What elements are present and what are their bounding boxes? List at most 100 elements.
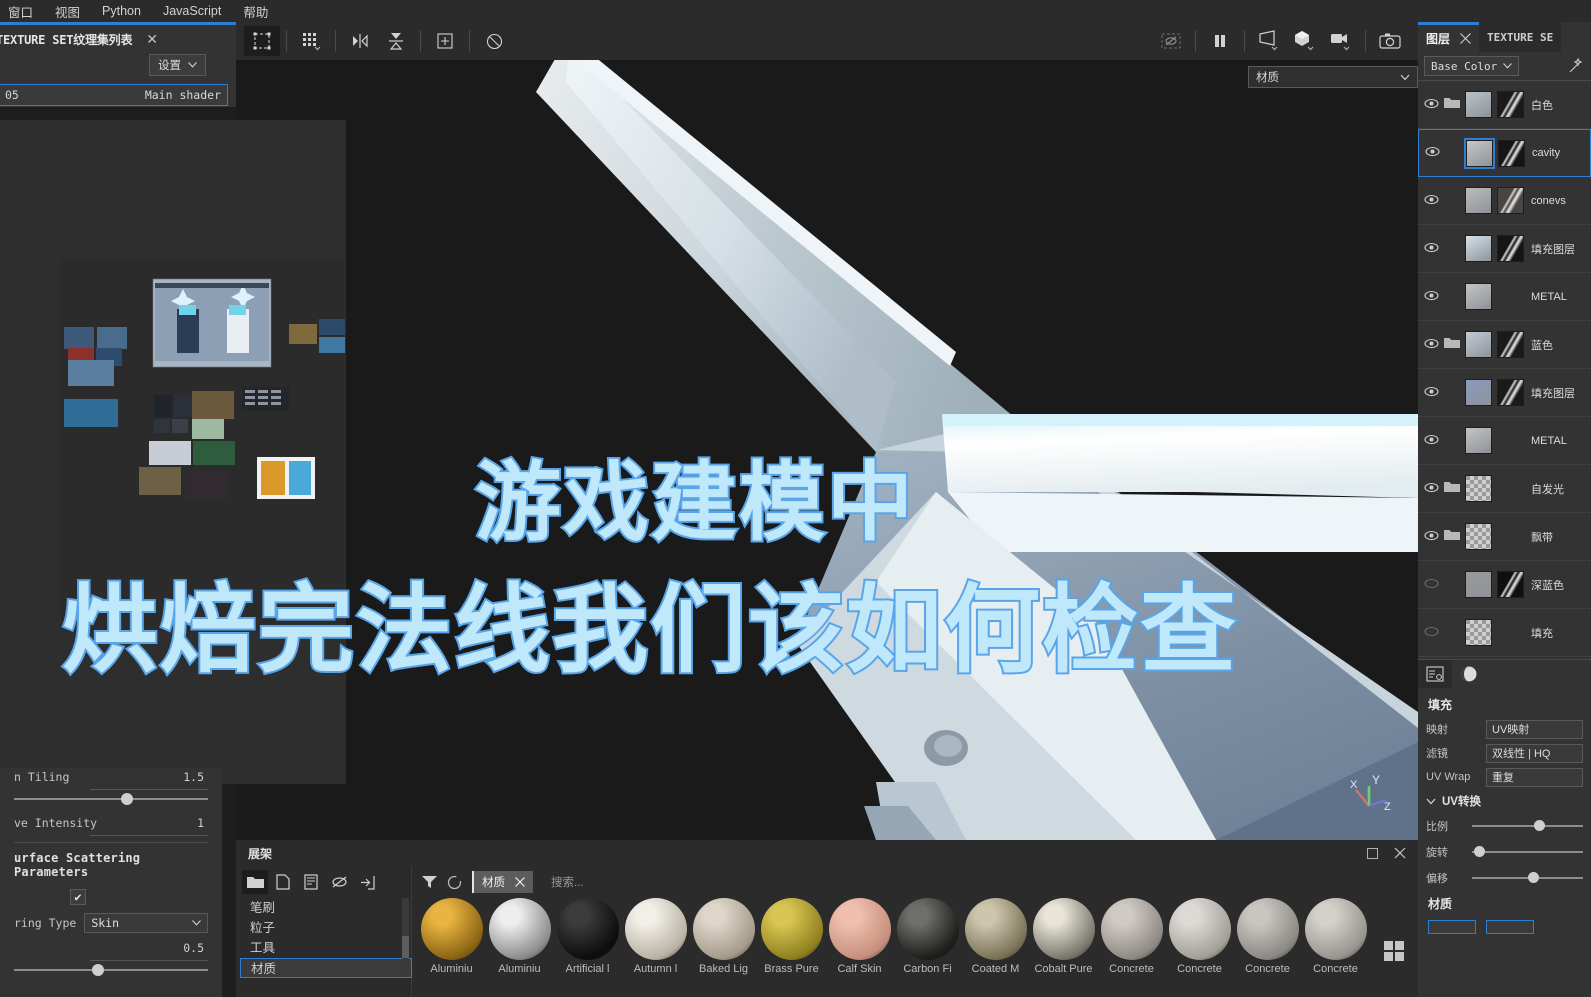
- layer-row[interactable]: 填充: [1418, 609, 1591, 657]
- offset-slider[interactable]: [1472, 872, 1583, 884]
- layer-mask-thumbnail[interactable]: [1497, 331, 1524, 358]
- eye-icon[interactable]: [1424, 336, 1439, 354]
- folder-icon[interactable]: [1444, 480, 1460, 498]
- shelf-category-particles[interactable]: 粒子: [250, 918, 411, 938]
- new-file-button[interactable]: [270, 870, 296, 894]
- rotation-slider[interactable]: [1472, 846, 1583, 858]
- eye-icon[interactable]: [1425, 144, 1440, 162]
- layer-thumbnail[interactable]: [1464, 137, 1495, 169]
- channel-select[interactable]: Base Color: [1424, 56, 1520, 76]
- material-cell[interactable]: Carbon Fi: [894, 898, 961, 975]
- layer-mask-thumbnail[interactable]: [1497, 187, 1524, 214]
- reference-canvas[interactable]: [61, 259, 345, 632]
- scale-slider[interactable]: [1472, 820, 1583, 832]
- shelf-category-brushes[interactable]: 笔刷: [250, 898, 411, 918]
- layer-thumbnail[interactable]: [1465, 475, 1492, 502]
- eye-icon[interactable]: [1424, 576, 1439, 594]
- material-cell[interactable]: Concrete: [1098, 898, 1165, 975]
- symmetry-tool-button[interactable]: [342, 26, 378, 56]
- layer-thumbnail[interactable]: [1465, 187, 1492, 214]
- folder-icon[interactable]: [1444, 528, 1460, 546]
- filter-chip[interactable]: 材质: [472, 871, 533, 893]
- tab-layers[interactable]: 图层: [1418, 22, 1480, 52]
- reset-tool-button[interactable]: [476, 26, 512, 56]
- axis-gizmo[interactable]: X Y Z: [1346, 772, 1392, 813]
- menu-item-help[interactable]: 帮助: [243, 2, 268, 21]
- properties-material-tab[interactable]: [1452, 660, 1486, 688]
- cube-button[interactable]: [1287, 26, 1323, 56]
- layer-row[interactable]: METAL: [1418, 273, 1591, 321]
- magic-wand-icon[interactable]: [1567, 57, 1585, 75]
- layer-row[interactable]: cavity: [1418, 129, 1591, 177]
- tiling-slider-knob[interactable]: [120, 793, 133, 805]
- layer-mask-thumbnail[interactable]: [1498, 139, 1525, 167]
- scale-slider-knob[interactable]: [1534, 820, 1546, 831]
- close-icon[interactable]: [1394, 847, 1406, 859]
- screenshot-button[interactable]: [1372, 26, 1408, 56]
- close-icon[interactable]: ✕: [146, 31, 158, 48]
- tiling-value[interactable]: 1.5: [183, 770, 204, 784]
- shader-row[interactable]: 05 Main shader: [0, 84, 228, 106]
- hide-mask-button[interactable]: [1153, 26, 1189, 56]
- eye-icon[interactable]: [1424, 288, 1439, 306]
- layer-row[interactable]: METAL: [1418, 417, 1591, 465]
- eye-icon[interactable]: [1424, 480, 1439, 498]
- filter-select[interactable]: 双线性 | HQ: [1486, 743, 1583, 763]
- uvwrap-select[interactable]: 重复: [1486, 767, 1583, 787]
- eye-icon[interactable]: [1424, 384, 1439, 402]
- save-button[interactable]: [298, 870, 324, 894]
- video-camera-button[interactable]: [1323, 26, 1359, 56]
- material-cell[interactable]: Coated M: [962, 898, 1029, 975]
- material-cell[interactable]: Cobalt Pure: [1030, 898, 1097, 975]
- add-tool-button[interactable]: [427, 26, 463, 56]
- uv-transform-header[interactable]: UV转换: [1418, 789, 1591, 813]
- camera-shape-button[interactable]: [1251, 26, 1287, 56]
- shelf-category-scrollbar[interactable]: [402, 898, 409, 972]
- layer-row[interactable]: 填充图层: [1418, 369, 1591, 417]
- eye-icon[interactable]: [1424, 96, 1439, 114]
- layer-mask-thumbnail[interactable]: [1497, 91, 1524, 118]
- layer-mask-thumbnail[interactable]: [1497, 571, 1524, 598]
- uv-grid-tool-button[interactable]: [293, 26, 329, 56]
- viewport-3d[interactable]: 材质 X Y Z: [236, 22, 1418, 840]
- material-cell[interactable]: Autumn l: [622, 898, 689, 975]
- scattering-amount-value[interactable]: 0.5: [183, 941, 204, 955]
- layer-thumbnail[interactable]: [1465, 331, 1492, 358]
- scattering-slider-knob[interactable]: [91, 964, 104, 976]
- shelf-search-input[interactable]: 搜索...: [543, 871, 1408, 893]
- subsurface-enable-checkbox[interactable]: ✔: [70, 889, 86, 905]
- mapping-select[interactable]: UV映射: [1486, 719, 1583, 739]
- material-cell[interactable]: Brass Pure: [758, 898, 825, 975]
- material-cell[interactable]: Calf Skin: [826, 898, 893, 975]
- emissive-intensity-value[interactable]: 1: [197, 816, 204, 830]
- material-cell[interactable]: Concrete: [1166, 898, 1233, 975]
- layer-thumbnail[interactable]: [1465, 235, 1492, 262]
- material-cell[interactable]: Artificial l: [554, 898, 621, 975]
- properties-settings-tab[interactable]: [1418, 660, 1452, 688]
- selection-tool-button[interactable]: [244, 26, 280, 56]
- material-cell[interactable]: Baked Lig: [690, 898, 757, 975]
- material-select[interactable]: 材质: [1248, 66, 1418, 88]
- material-slot-2[interactable]: [1486, 920, 1534, 934]
- close-icon[interactable]: [1460, 33, 1471, 44]
- scattering-slider[interactable]: [14, 963, 208, 977]
- layer-mask-thumbnail[interactable]: [1497, 379, 1524, 406]
- offset-slider-knob[interactable]: [1527, 872, 1539, 883]
- layer-thumbnail[interactable]: [1465, 571, 1492, 598]
- filter-icon[interactable]: [422, 875, 437, 889]
- folder-button[interactable]: [242, 870, 268, 894]
- material-cell[interactable]: Aluminiu: [418, 898, 485, 975]
- grid-view-toggle[interactable]: [1382, 939, 1406, 963]
- eye-icon[interactable]: [1424, 240, 1439, 258]
- layer-row[interactable]: 填充图层: [1418, 225, 1591, 273]
- maximize-icon[interactable]: [1367, 847, 1378, 859]
- folder-icon[interactable]: [1444, 336, 1460, 354]
- layer-row[interactable]: 飘带: [1418, 513, 1591, 561]
- menu-item-view[interactable]: 视图: [55, 2, 80, 21]
- layer-row[interactable]: 自发光: [1418, 465, 1591, 513]
- material-cell[interactable]: Concrete: [1234, 898, 1301, 975]
- folder-icon[interactable]: [1444, 96, 1460, 114]
- menu-item-window[interactable]: 窗口: [8, 2, 33, 21]
- close-icon[interactable]: [515, 877, 525, 887]
- layer-thumbnail[interactable]: [1465, 523, 1492, 550]
